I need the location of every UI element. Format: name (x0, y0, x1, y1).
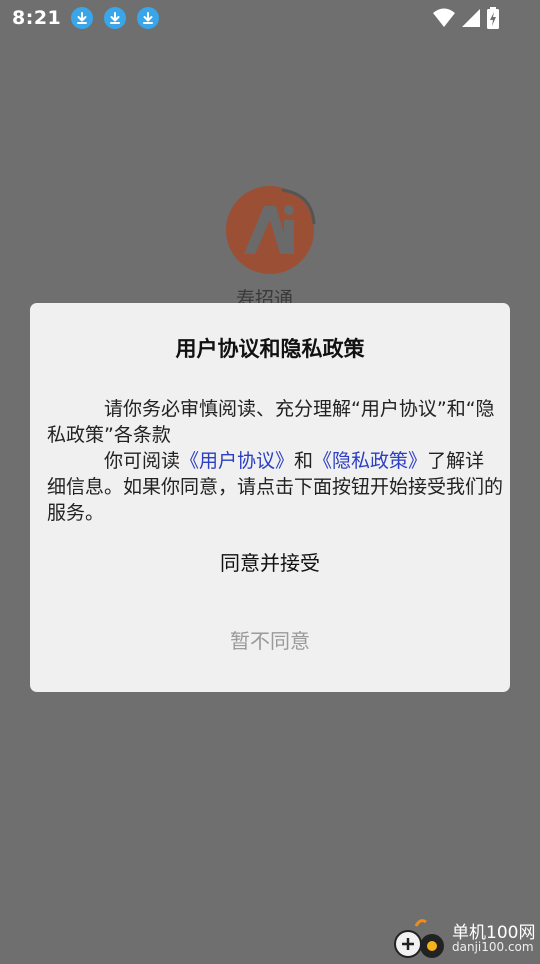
app-logo (224, 184, 316, 276)
dialog-line-2-prefix: 你可阅读 (104, 450, 181, 472)
status-right (432, 6, 500, 34)
battery-charging-icon (486, 6, 500, 34)
dialog-title: 用户协议和隐私政策 (175, 337, 365, 361)
download-icon (71, 7, 94, 29)
dialog-line-1: 请你务必审慎阅读、充分理解“用户协议”和“隐私政策”各条款 (47, 398, 495, 446)
wifi-icon (432, 7, 456, 33)
dialog-paragraph-1: 请你务必审慎阅读、充分理解“用户协议”和“隐私政策”各条款 (47, 396, 503, 448)
privacy-policy-link[interactable]: 《隐私政策》 (313, 450, 427, 472)
download-icon (104, 7, 127, 29)
watermark-logo-icon (394, 916, 450, 964)
status-bar: 8:21 (0, 0, 540, 36)
download-icon (137, 7, 160, 29)
agree-button[interactable]: 同意并接受 (170, 543, 370, 583)
dialog-body: 请你务必审慎阅读、充分理解“用户协议”和“隐私政策”各条款 你可阅读《用户协议》… (47, 396, 503, 526)
decline-button[interactable]: 暂不同意 (170, 621, 370, 661)
dialog-paragraph-2: 你可阅读《用户协议》和《隐私政策》了解详细信息。如果你同意，请点击下面按钮开始接… (47, 448, 503, 526)
watermark-url: danji100.com (452, 940, 534, 954)
privacy-dialog: 用户协议和隐私政策 请你务必审慎阅读、充分理解“用户协议”和“隐私政策”各条款 … (30, 303, 510, 692)
dialog-line-2-and: 和 (294, 450, 314, 472)
user-agreement-link[interactable]: 《用户协议》 (180, 450, 294, 472)
signal-icon (460, 7, 482, 33)
status-time: 8:21 (12, 7, 62, 29)
watermark: 单机100网 danji100.com (390, 912, 540, 960)
